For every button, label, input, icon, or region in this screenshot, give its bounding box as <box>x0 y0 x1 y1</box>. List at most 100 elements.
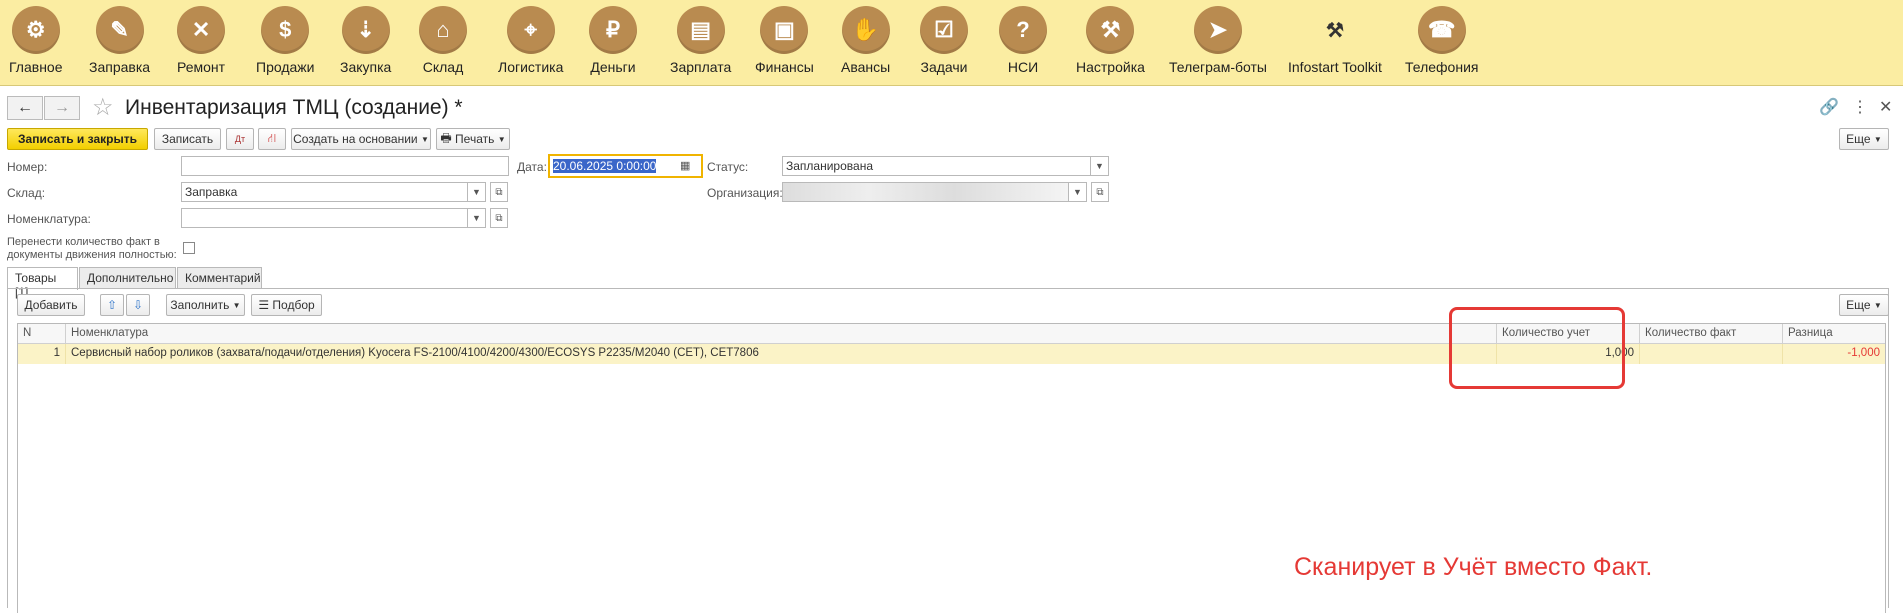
section-label: Финансы <box>755 59 814 75</box>
section-label: Настройка <box>1076 59 1145 75</box>
section-money[interactable]: ₽ Деньги <box>589 6 637 75</box>
section-label: Деньги <box>590 59 636 75</box>
number-field[interactable] <box>181 156 509 176</box>
section-nsi[interactable]: ? НСИ <box>999 6 1047 75</box>
nomenclature-field[interactable] <box>181 208 468 228</box>
transfer-label-line1: Перенести количество факт в <box>7 236 160 248</box>
section-tasks[interactable]: ☑ Задачи <box>920 6 968 75</box>
cell-nomenclature[interactable]: Сервисный набор роликов (захвата/подачи/… <box>66 344 1497 364</box>
warehouse-dropdown-icon[interactable]: ▼ <box>468 182 486 202</box>
section-warehouse[interactable]: ⌂ Склад <box>419 6 467 75</box>
section-label: Закупка <box>340 59 392 75</box>
posting-report-icon[interactable]: Дт <box>226 128 254 150</box>
section-label: Infostart Toolkit <box>1288 59 1382 75</box>
organization-open-icon[interactable]: ⧉ <box>1091 182 1109 202</box>
column-header-difference[interactable]: Разница <box>1783 324 1885 344</box>
section-label: Задачи <box>920 59 968 75</box>
annotation-text: Сканирует в Учёт вместо Факт. <box>1294 553 1653 581</box>
section-phone[interactable]: ☎ Телефония <box>1405 6 1478 75</box>
map-icon: ⌖ <box>506 6 555 54</box>
tools-icon: ⚒ <box>1325 19 1344 42</box>
add-row-button[interactable]: Добавить <box>17 294 85 316</box>
nomenclature-open-icon[interactable]: ⧉ <box>490 208 508 228</box>
tab-goods[interactable]: Товары [1] <box>7 267 78 299</box>
create-based-on-button[interactable]: Создать на основании ▼ <box>291 128 431 150</box>
section-label: Телеграм-боты <box>1169 59 1267 75</box>
section-refuel[interactable]: ✎ Заправка <box>89 6 150 75</box>
section-label: Логистика <box>498 59 564 75</box>
cart-icon: ⇣ <box>341 6 390 54</box>
section-sales[interactable]: $ Продажи <box>256 6 314 75</box>
chevron-down-icon: ▼ <box>497 134 506 144</box>
refill-icon: ✎ <box>95 6 144 54</box>
transfer-label-line2: документы движения полностью: <box>7 249 177 261</box>
sections-bar: ⚙ Главное ✎ Заправка ✕ Ремонт $ Продажи ⇣ Зак… <box>0 0 1903 86</box>
more-vertical-icon[interactable]: ⋮ <box>1852 97 1868 117</box>
phone-icon: ☎ <box>1417 6 1466 54</box>
close-icon[interactable]: ✕ <box>1879 97 1892 117</box>
create-based-on-label: Создать на основании <box>293 132 418 146</box>
nomenclature-dropdown-icon[interactable]: ▼ <box>468 208 486 228</box>
forward-button[interactable]: → <box>44 96 80 120</box>
sale-icon: $ <box>261 6 310 54</box>
table-more-button[interactable]: Еще ▼ <box>1839 294 1889 316</box>
status-field[interactable]: Запланирована <box>782 156 1091 176</box>
section-salary[interactable]: ▤ Зарплата <box>670 6 731 75</box>
pick-icon: ☰ <box>258 298 270 312</box>
section-logistics[interactable]: ⌖ Логистика <box>498 6 563 75</box>
move-down-icon[interactable]: ⇩ <box>126 294 150 316</box>
section-purchase[interactable]: ⇣ Закупка <box>340 6 391 75</box>
warehouse-open-icon[interactable]: ⧉ <box>490 182 508 202</box>
section-main[interactable]: ⚙ Главное <box>9 6 63 75</box>
section-advances[interactable]: ✋ Авансы <box>841 6 890 75</box>
section-telegram[interactable]: ➤ Телеграм-боты <box>1169 6 1267 75</box>
paper-plane-icon: ➤ <box>1193 6 1242 54</box>
section-label: Телефония <box>1405 59 1479 75</box>
money-bag-icon: ₽ <box>589 6 637 54</box>
column-header-nomenclature[interactable]: Номенклатура <box>66 324 1497 344</box>
status-label: Статус: <box>707 160 749 174</box>
organization-field[interactable] <box>782 182 1069 202</box>
print-label: Печать <box>455 132 495 146</box>
warehouse-label: Склад: <box>7 186 46 200</box>
chevron-down-icon: ▼ <box>1873 300 1882 310</box>
column-header-n[interactable]: N <box>18 324 66 344</box>
transfer-checkbox[interactable] <box>183 242 195 254</box>
more-button[interactable]: Еще ▼ <box>1839 128 1889 150</box>
nomenclature-label: Номенклатура: <box>7 212 91 226</box>
print-button[interactable]: 🖶 Печать ▼ <box>436 128 510 150</box>
gear-wrench-icon: ⚒ <box>1086 6 1135 54</box>
cell-n[interactable]: 1 <box>18 344 66 364</box>
section-settings[interactable]: ⚒ Настройка <box>1076 6 1145 75</box>
section-label: Зарплата <box>670 59 732 75</box>
column-header-qty-fact[interactable]: Количество факт <box>1640 324 1783 344</box>
star-icon[interactable]: ☆ <box>92 93 114 122</box>
save-and-close-button[interactable]: Записать и закрыть <box>7 128 148 150</box>
chevron-down-icon: ▼ <box>232 300 241 310</box>
warehouse-field[interactable]: Заправка <box>181 182 468 202</box>
section-label: Авансы <box>841 59 891 75</box>
calendar-icon[interactable]: ▦ <box>680 159 690 172</box>
book-icon: ? <box>999 6 1047 54</box>
structure-icon[interactable]: ⛙ <box>258 128 286 150</box>
cell-qty-fact[interactable] <box>1640 344 1783 364</box>
tab-comment[interactable]: Комментарий <box>177 267 262 289</box>
section-repair[interactable]: ✕ Ремонт <box>177 6 225 75</box>
organization-label: Организация: <box>707 186 783 200</box>
fill-button[interactable]: Заполнить ▼ <box>166 294 245 316</box>
more-label: Еще <box>1846 132 1871 146</box>
wrench-icon: ✕ <box>177 6 226 54</box>
back-button[interactable]: ← <box>7 96 43 120</box>
save-button[interactable]: Записать <box>154 128 221 150</box>
section-finance[interactable]: ▣ Финансы <box>755 6 814 75</box>
link-icon[interactable]: 🔗 <box>1819 97 1839 117</box>
tab-additional[interactable]: Дополнительно <box>79 267 176 289</box>
checklist-icon: ☑ <box>920 6 968 54</box>
status-dropdown-icon[interactable]: ▼ <box>1091 156 1109 176</box>
cell-difference[interactable]: -1,000 <box>1783 344 1885 364</box>
organization-dropdown-icon[interactable]: ▼ <box>1069 182 1087 202</box>
section-label: Склад <box>422 59 464 75</box>
move-up-icon[interactable]: ⇧ <box>100 294 124 316</box>
section-toolkit[interactable]: ⚒ Infostart Toolkit <box>1288 6 1382 76</box>
pick-button[interactable]: ☰ Подбор <box>251 294 322 316</box>
